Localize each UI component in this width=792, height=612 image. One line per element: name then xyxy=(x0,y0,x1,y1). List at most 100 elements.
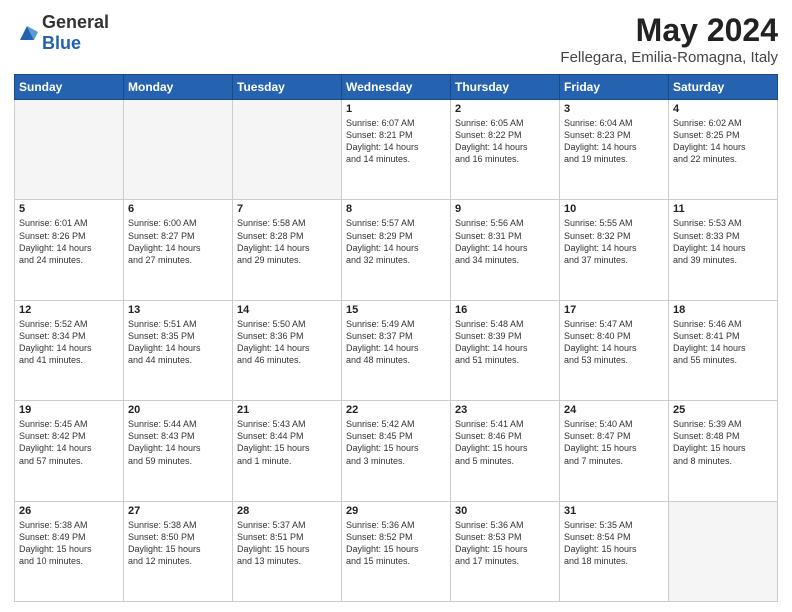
day-number: 13 xyxy=(128,304,228,316)
day-info: Sunrise: 5:53 AM Sunset: 8:33 PM Dayligh… xyxy=(673,217,773,266)
calendar-week-0: 1 Sunrise: 6:07 AM Sunset: 8:21 PM Daylig… xyxy=(15,100,778,200)
day-number: 22 xyxy=(346,404,446,416)
day-number: 7 xyxy=(237,203,337,215)
calendar-week-4: 26 Sunrise: 5:38 AM Sunset: 8:49 PM Dayli… xyxy=(15,501,778,601)
calendar-subtitle: Fellegara, Emilia-Romagna, Italy xyxy=(560,49,778,66)
day-info: Sunrise: 5:50 AM Sunset: 8:36 PM Dayligh… xyxy=(237,318,337,367)
logo-blue: Blue xyxy=(42,33,81,53)
calendar-cell: 29Sunrise: 5:36 AM Sunset: 8:52 PM Dayli… xyxy=(342,501,451,601)
day-number: 10 xyxy=(564,203,664,215)
calendar-cell: 2 Sunrise: 6:05 AM Sunset: 8:22 PM Daylig… xyxy=(451,100,560,200)
calendar-cell: 10 Sunrise: 5:55 AM Sunset: 8:32 PM Dayli… xyxy=(560,200,669,300)
header-saturday: Saturday xyxy=(669,75,778,100)
day-info: Sunrise: 6:01 AM Sunset: 8:26 PM Dayligh… xyxy=(19,217,119,266)
day-number: 17 xyxy=(564,304,664,316)
day-info: Sunrise: 5:40 AM Sunset: 8:47 PM Dayligh… xyxy=(564,418,664,467)
calendar-week-1: 5 Sunrise: 6:01 AM Sunset: 8:26 PM Daylig… xyxy=(15,200,778,300)
calendar-cell: 26 Sunrise: 5:38 AM Sunset: 8:49 PM Dayli… xyxy=(15,501,124,601)
logo-general: General xyxy=(42,12,109,32)
day-info: Sunrise: 5:49 AM Sunset: 8:37 PM Dayligh… xyxy=(346,318,446,367)
day-number: 18 xyxy=(673,304,773,316)
header-monday: Monday xyxy=(124,75,233,100)
day-number: 1 xyxy=(346,103,446,115)
day-number: 29 xyxy=(346,505,446,517)
day-number: 6 xyxy=(128,203,228,215)
calendar-cell: 4Sunrise: 6:02 AM Sunset: 8:25 PM Daylig… xyxy=(669,100,778,200)
header-sunday: Sunday xyxy=(15,75,124,100)
calendar-table: Sunday Monday Tuesday Wednesday Thursday… xyxy=(14,74,778,602)
day-info: Sunrise: 5:57 AM Sunset: 8:29 PM Dayligh… xyxy=(346,217,446,266)
day-info: Sunrise: 6:00 AM Sunset: 8:27 PM Dayligh… xyxy=(128,217,228,266)
header-tuesday: Tuesday xyxy=(233,75,342,100)
day-number: 2 xyxy=(455,103,555,115)
day-info: Sunrise: 5:38 AM Sunset: 8:49 PM Dayligh… xyxy=(19,519,119,568)
day-number: 30 xyxy=(455,505,555,517)
day-info: Sunrise: 5:46 AM Sunset: 8:41 PM Dayligh… xyxy=(673,318,773,367)
day-number: 19 xyxy=(19,404,119,416)
day-info: Sunrise: 5:47 AM Sunset: 8:40 PM Dayligh… xyxy=(564,318,664,367)
calendar-header-row: Sunday Monday Tuesday Wednesday Thursday… xyxy=(15,75,778,100)
day-number: 11 xyxy=(673,203,773,215)
header-wednesday: Wednesday xyxy=(342,75,451,100)
calendar-cell: 20 Sunrise: 5:44 AM Sunset: 8:43 PM Dayli… xyxy=(124,401,233,501)
calendar-cell: 16Sunrise: 5:48 AM Sunset: 8:39 PM Dayli… xyxy=(451,300,560,400)
calendar-cell: 18 Sunrise: 5:46 AM Sunset: 8:41 PM Dayli… xyxy=(669,300,778,400)
day-info: Sunrise: 5:39 AM Sunset: 8:48 PM Dayligh… xyxy=(673,418,773,467)
calendar-cell: 17 Sunrise: 5:47 AM Sunset: 8:40 PM Dayli… xyxy=(560,300,669,400)
calendar-cell: 14Sunrise: 5:50 AM Sunset: 8:36 PM Dayli… xyxy=(233,300,342,400)
day-info: Sunrise: 6:04 AM Sunset: 8:23 PM Dayligh… xyxy=(564,117,664,166)
day-info: Sunrise: 5:36 AM Sunset: 8:53 PM Dayligh… xyxy=(455,519,555,568)
day-info: Sunrise: 6:05 AM Sunset: 8:22 PM Dayligh… xyxy=(455,117,555,166)
calendar-cell: 1 Sunrise: 6:07 AM Sunset: 8:21 PM Daylig… xyxy=(342,100,451,200)
day-number: 27 xyxy=(128,505,228,517)
day-info: Sunrise: 5:35 AM Sunset: 8:54 PM Dayligh… xyxy=(564,519,664,568)
day-number: 20 xyxy=(128,404,228,416)
day-number: 3 xyxy=(564,103,664,115)
calendar-cell: 9Sunrise: 5:56 AM Sunset: 8:31 PM Daylig… xyxy=(451,200,560,300)
day-number: 4 xyxy=(673,103,773,115)
calendar-cell: 6 Sunrise: 6:00 AM Sunset: 8:27 PM Daylig… xyxy=(124,200,233,300)
day-number: 31 xyxy=(564,505,664,517)
calendar-cell: 21Sunrise: 5:43 AM Sunset: 8:44 PM Dayli… xyxy=(233,401,342,501)
day-info: Sunrise: 5:55 AM Sunset: 8:32 PM Dayligh… xyxy=(564,217,664,266)
day-number: 15 xyxy=(346,304,446,316)
header: General Blue May 2024 Fellegara, Emilia-… xyxy=(14,12,778,66)
day-number: 8 xyxy=(346,203,446,215)
calendar-cell xyxy=(669,501,778,601)
day-number: 26 xyxy=(19,505,119,517)
day-number: 16 xyxy=(455,304,555,316)
calendar-cell: 25Sunrise: 5:39 AM Sunset: 8:48 PM Dayli… xyxy=(669,401,778,501)
day-info: Sunrise: 5:45 AM Sunset: 8:42 PM Dayligh… xyxy=(19,418,119,467)
day-info: Sunrise: 6:07 AM Sunset: 8:21 PM Dayligh… xyxy=(346,117,446,166)
calendar-cell: 13Sunrise: 5:51 AM Sunset: 8:35 PM Dayli… xyxy=(124,300,233,400)
calendar-cell: 31 Sunrise: 5:35 AM Sunset: 8:54 PM Dayli… xyxy=(560,501,669,601)
calendar-cell: 15 Sunrise: 5:49 AM Sunset: 8:37 PM Dayli… xyxy=(342,300,451,400)
calendar-cell: 8 Sunrise: 5:57 AM Sunset: 8:29 PM Daylig… xyxy=(342,200,451,300)
day-number: 21 xyxy=(237,404,337,416)
logo-icon xyxy=(16,22,38,44)
day-number: 9 xyxy=(455,203,555,215)
day-number: 12 xyxy=(19,304,119,316)
day-info: Sunrise: 5:52 AM Sunset: 8:34 PM Dayligh… xyxy=(19,318,119,367)
day-info: Sunrise: 5:58 AM Sunset: 8:28 PM Dayligh… xyxy=(237,217,337,266)
calendar-cell: 11 Sunrise: 5:53 AM Sunset: 8:33 PM Dayli… xyxy=(669,200,778,300)
calendar-cell: 3 Sunrise: 6:04 AM Sunset: 8:23 PM Daylig… xyxy=(560,100,669,200)
day-info: Sunrise: 5:44 AM Sunset: 8:43 PM Dayligh… xyxy=(128,418,228,467)
calendar-cell: 5 Sunrise: 6:01 AM Sunset: 8:26 PM Daylig… xyxy=(15,200,124,300)
day-info: Sunrise: 5:41 AM Sunset: 8:46 PM Dayligh… xyxy=(455,418,555,467)
day-number: 23 xyxy=(455,404,555,416)
calendar-cell xyxy=(15,100,124,200)
calendar-title: May 2024 xyxy=(560,12,778,49)
day-info: Sunrise: 5:37 AM Sunset: 8:51 PM Dayligh… xyxy=(237,519,337,568)
page: General Blue May 2024 Fellegara, Emilia-… xyxy=(0,0,792,612)
calendar-cell: 12 Sunrise: 5:52 AM Sunset: 8:34 PM Dayli… xyxy=(15,300,124,400)
title-block: May 2024 Fellegara, Emilia-Romagna, Ital… xyxy=(560,12,778,66)
calendar-cell: 23 Sunrise: 5:41 AM Sunset: 8:46 PM Dayli… xyxy=(451,401,560,501)
day-number: 5 xyxy=(19,203,119,215)
calendar-week-2: 12 Sunrise: 5:52 AM Sunset: 8:34 PM Dayli… xyxy=(15,300,778,400)
calendar-cell: 7 Sunrise: 5:58 AM Sunset: 8:28 PM Daylig… xyxy=(233,200,342,300)
day-number: 24 xyxy=(564,404,664,416)
calendar-cell xyxy=(124,100,233,200)
day-info: Sunrise: 5:42 AM Sunset: 8:45 PM Dayligh… xyxy=(346,418,446,467)
calendar-cell: 30 Sunrise: 5:36 AM Sunset: 8:53 PM Dayli… xyxy=(451,501,560,601)
